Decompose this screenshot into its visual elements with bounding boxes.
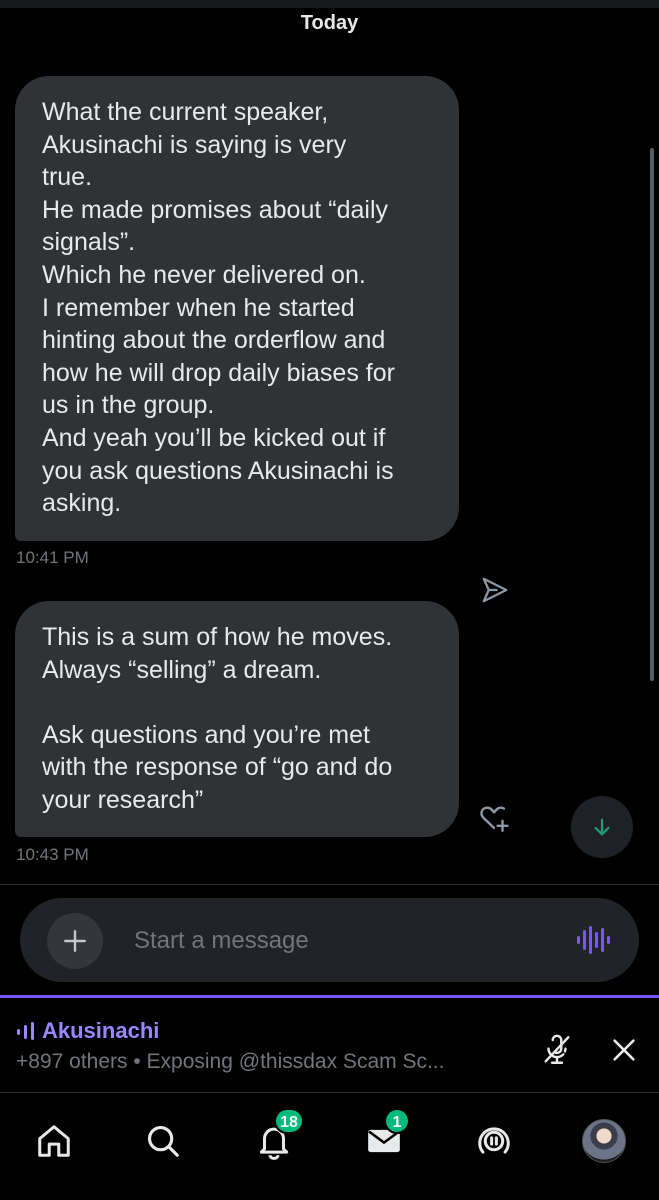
scrollbar[interactable] [650, 148, 654, 681]
plus-icon [64, 930, 86, 952]
nav-notifications[interactable]: 18 [244, 1108, 304, 1171]
message-timestamp: 10:43 PM [16, 845, 89, 864]
notifications-badge: 18 [274, 1108, 304, 1134]
close-space-button[interactable] [604, 1030, 644, 1070]
nav-home[interactable] [24, 1111, 84, 1171]
home-icon [38, 1125, 70, 1157]
space-subtitle: +897 others • Exposing @thissdax Scam Sc… [16, 1050, 445, 1073]
share-icon[interactable] [477, 572, 513, 608]
avatar [582, 1119, 626, 1163]
message-composer [20, 898, 639, 982]
mic-muted-button[interactable] [537, 1030, 577, 1070]
nav-messages[interactable]: 1 [354, 1108, 414, 1171]
message-bubble[interactable]: This is a sum of how he moves. Always “s… [15, 601, 459, 837]
divider [0, 884, 659, 885]
nav-spaces[interactable] [464, 1111, 524, 1171]
nav-profile[interactable] [574, 1111, 634, 1171]
space-host: Akusinachi [16, 1018, 159, 1044]
audio-wave-icon [577, 926, 610, 954]
add-attachment-button[interactable] [47, 913, 103, 969]
nav-search[interactable] [133, 1111, 193, 1171]
date-separator: Today [300, 12, 359, 34]
live-space-bar[interactable]: Akusinachi +897 others • Exposing @thiss… [0, 995, 659, 1092]
live-audio-icon [16, 1021, 36, 1041]
message-bubble[interactable]: What the current speaker, Akusinachi is … [15, 76, 459, 541]
arrow-down-icon [594, 818, 610, 836]
bottom-navigation: 18 1 [0, 1093, 659, 1200]
mic-off-icon [544, 1034, 570, 1064]
top-bar [0, 0, 659, 8]
message-input[interactable] [132, 920, 536, 962]
message-timestamp: 10:41 PM [16, 548, 89, 567]
space-host-name: Akusinachi [42, 1018, 160, 1043]
voice-message-button[interactable] [573, 920, 613, 960]
close-icon [613, 1039, 635, 1061]
messages-badge: 1 [384, 1108, 410, 1134]
spaces-icon [478, 1127, 510, 1154]
search-icon [147, 1125, 179, 1157]
add-reaction-icon[interactable] [476, 800, 512, 836]
scroll-to-bottom-button[interactable] [571, 796, 633, 858]
